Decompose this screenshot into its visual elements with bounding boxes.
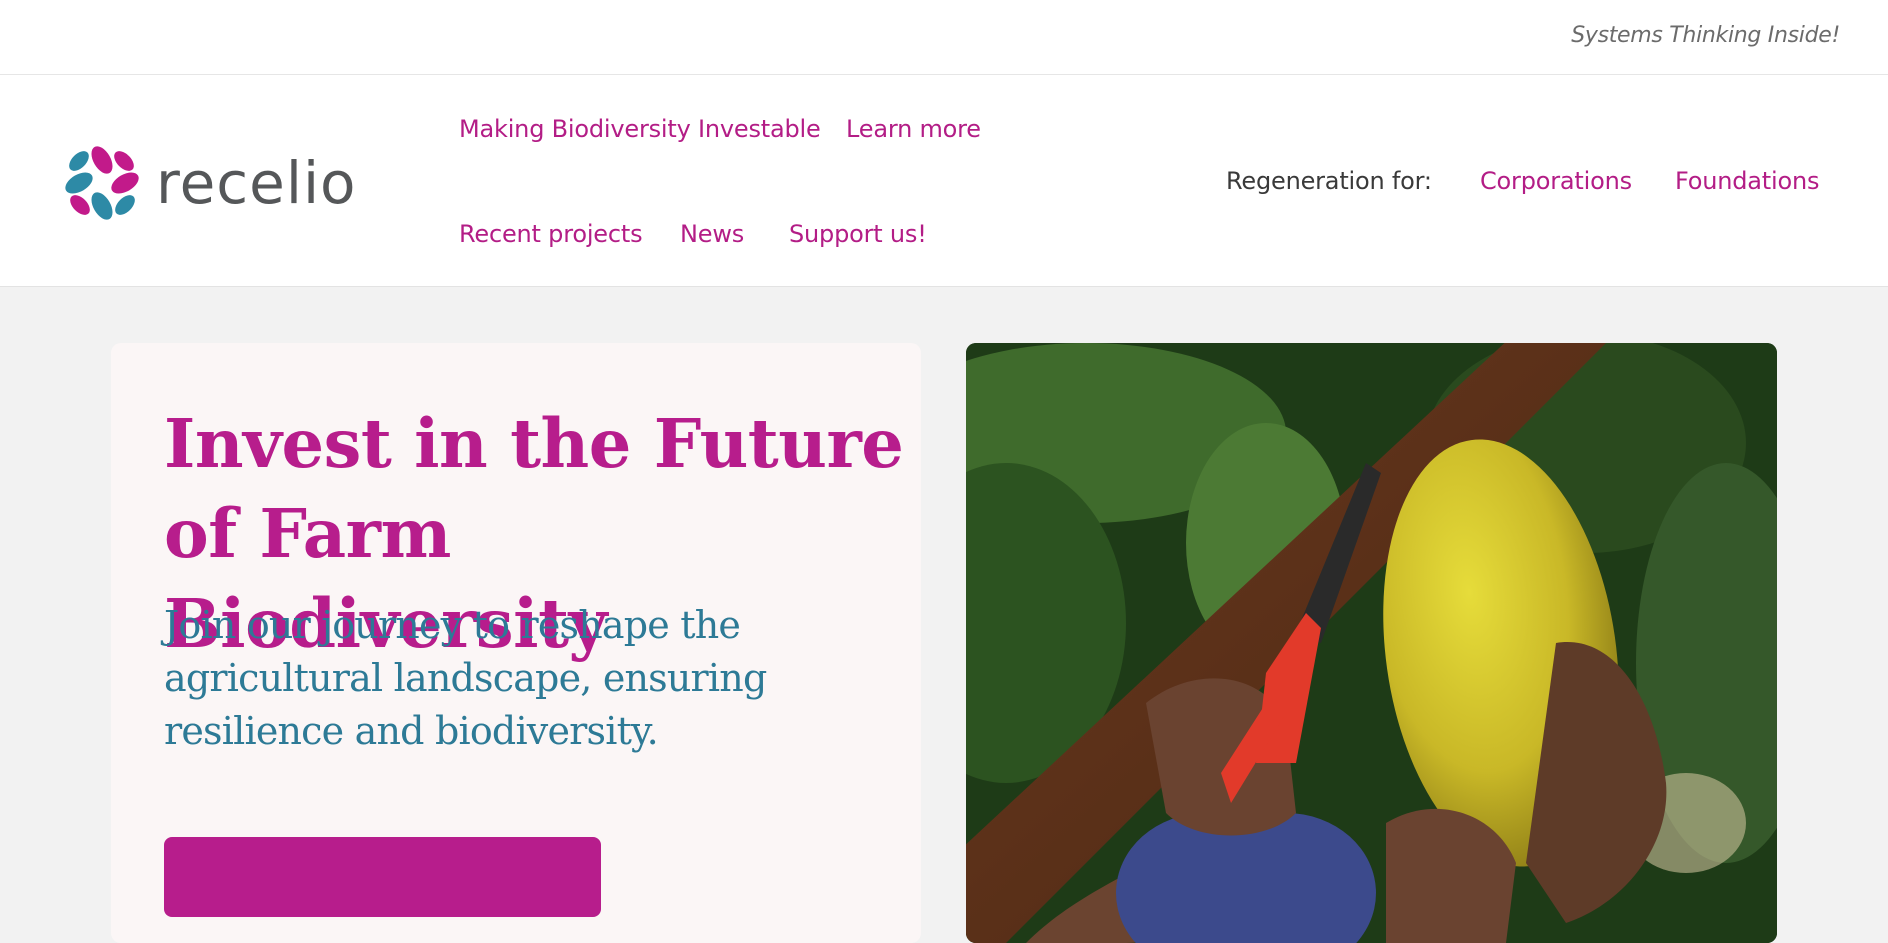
cta-button[interactable] bbox=[164, 837, 601, 917]
logo[interactable]: recelio bbox=[52, 133, 382, 233]
cacao-harvest-photo bbox=[966, 343, 1777, 943]
nav-support-us[interactable]: Support us! bbox=[789, 220, 927, 248]
flower-logo-icon bbox=[65, 146, 139, 220]
tagline: Systems Thinking Inside! bbox=[1571, 23, 1840, 48]
nav-foundations[interactable]: Foundations bbox=[1675, 167, 1819, 195]
regeneration-label: Regeneration for: bbox=[1226, 167, 1432, 195]
nav-making-biodiversity-investable[interactable]: Making Biodiversity Investable bbox=[459, 115, 821, 143]
hero-subtitle: Join our journey to reshape the agricult… bbox=[164, 603, 767, 753]
top-bar: Systems Thinking Inside! bbox=[0, 0, 1888, 75]
nav-news[interactable]: News bbox=[680, 220, 744, 248]
brand-name: recelio bbox=[156, 149, 357, 217]
nav-corporations[interactable]: Corporations bbox=[1480, 167, 1632, 195]
nav-learn-more[interactable]: Learn more bbox=[846, 115, 981, 143]
hero-image bbox=[966, 343, 1777, 943]
nav-recent-projects[interactable]: Recent projects bbox=[459, 220, 643, 248]
hero-card: Invest in the Future of Farm Biodiversit… bbox=[111, 343, 921, 943]
site-header: recelio Making Biodiversity Investable L… bbox=[0, 75, 1888, 287]
